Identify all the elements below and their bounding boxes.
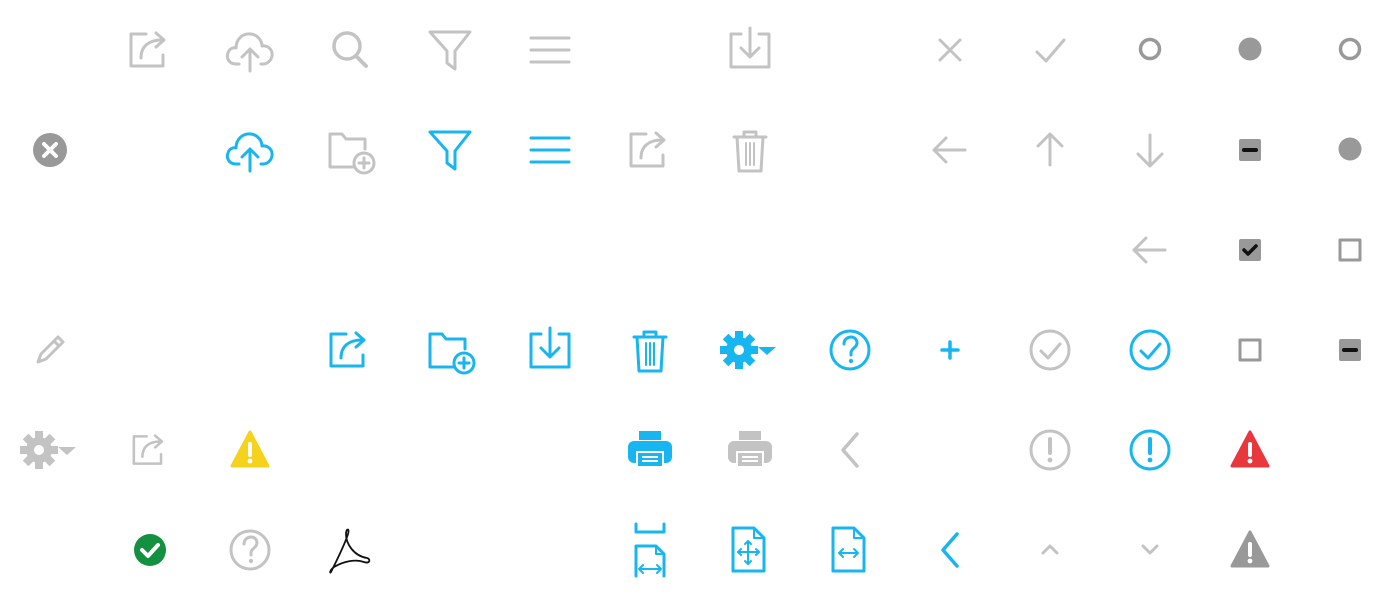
help-circle-icon [820,320,880,380]
menu-icon [520,120,580,180]
fit-width-icon [820,520,880,580]
share-icon [120,420,180,480]
plus-icon [920,320,980,380]
search-icon [320,20,380,80]
gear-dropdown-icon [20,420,80,480]
chevron-left-icon [920,520,980,580]
download-icon [520,320,580,380]
help-circle-icon [220,520,280,580]
exclamation-circle-icon [1120,420,1180,480]
cloud-upload-icon [220,20,280,80]
share-icon [620,120,680,180]
checkbox-checked-icon [1220,220,1280,280]
pencil-icon [20,320,80,380]
folder-add-icon [420,320,480,380]
fit-page-all-icon [720,520,780,580]
arrow-up-icon [1020,120,1080,180]
download-icon [720,20,780,80]
folder-add-icon [320,120,380,180]
checkbox-empty-icon [1320,220,1380,280]
checkbox-indeterminate-icon [1320,320,1380,380]
checkbox-empty-icon [1220,320,1280,380]
check-circle-filled-icon [120,520,180,580]
warning-icon [220,420,280,480]
trash-icon [720,120,780,180]
arrow-left-icon [920,120,980,180]
exclamation-circle-icon [1020,420,1080,480]
fit-page-icon [620,520,680,580]
dot-filled-icon [1320,120,1380,180]
chevron-up-icon [1020,520,1080,580]
dot-filled-icon [1220,20,1280,80]
arrow-left-icon [1120,220,1180,280]
check-circle-icon [1020,320,1080,380]
pdf-icon [320,520,380,580]
checkbox-indeterminate-icon [1220,120,1280,180]
arrow-down-icon [1120,120,1180,180]
filter-icon [420,120,480,180]
close-icon [920,20,980,80]
gear-dropdown-icon [720,320,780,380]
cloud-upload-icon [220,120,280,180]
check-circle-icon [1120,320,1180,380]
radio-unselected-icon [1120,20,1180,80]
filter-icon [420,20,480,80]
warning-icon [1220,520,1280,580]
trash-icon [620,320,680,380]
chevron-left-icon [820,420,880,480]
radio-unselected-icon [1320,20,1380,80]
icon-sheet [0,0,1400,600]
close-circle-icon [20,120,80,180]
warning-icon [1220,420,1280,480]
share-icon [120,20,180,80]
printer-icon [720,420,780,480]
share-icon [320,320,380,380]
chevron-down-icon [1120,520,1180,580]
printer-icon [620,420,680,480]
menu-icon [520,20,580,80]
check-icon [1020,20,1080,80]
